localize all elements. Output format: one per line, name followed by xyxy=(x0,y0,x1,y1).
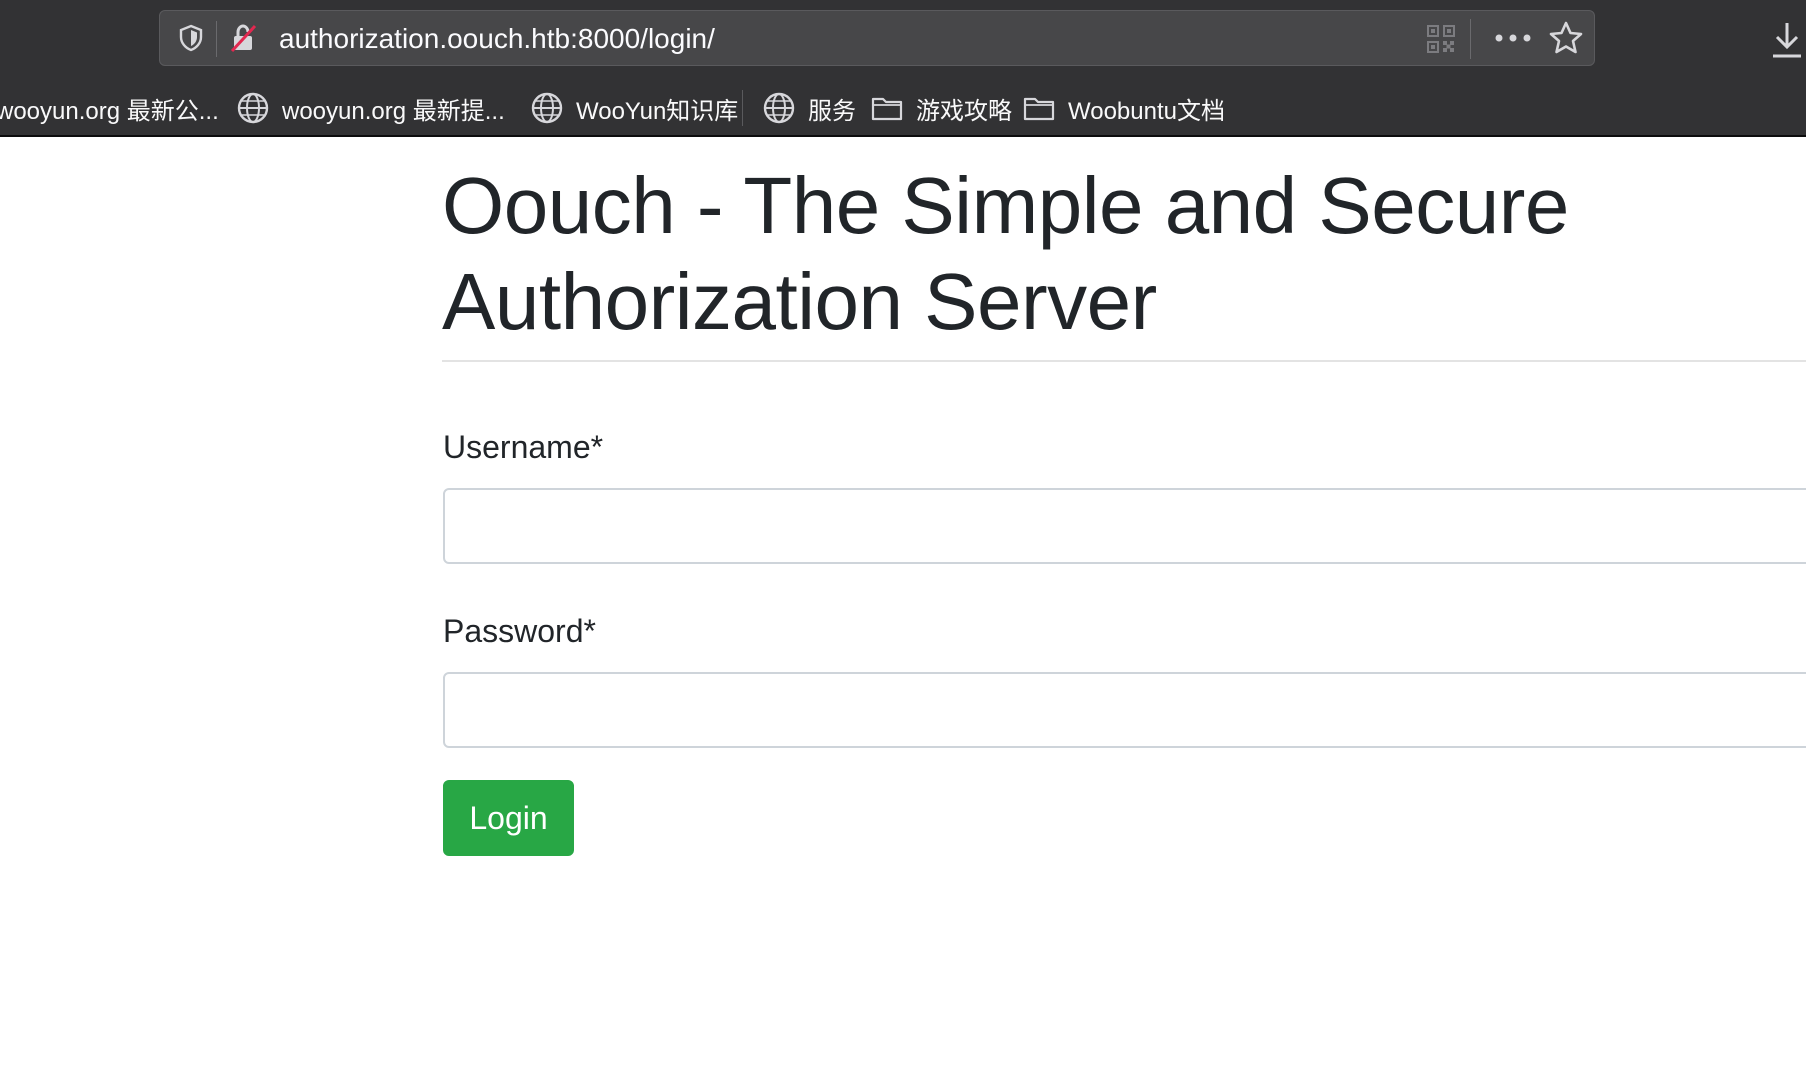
globe-icon xyxy=(763,92,795,124)
qr-code-icon[interactable] xyxy=(1426,24,1456,54)
bookmark-label: wooyun.org 最新提... xyxy=(282,97,505,125)
address-bar-separator xyxy=(216,21,217,57)
bookmark-star-icon[interactable] xyxy=(1548,20,1584,56)
password-label: Password* xyxy=(443,613,596,649)
browser-toolbar: authorization.oouch.htb:8000/login/ wooy… xyxy=(0,0,1806,137)
url-text[interactable]: authorization.oouch.htb:8000/login/ xyxy=(279,21,715,57)
globe-icon xyxy=(237,92,269,124)
insecure-lock-icon[interactable] xyxy=(228,22,260,54)
bookmark-item[interactable]: 服务 xyxy=(762,86,856,130)
bookmark-item[interactable]: wooyun.org 最新提... xyxy=(236,86,505,130)
folder-icon xyxy=(1023,97,1055,121)
bookmark-label: WooYun知识库 xyxy=(576,97,739,125)
page-title: Oouch - The Simple and Secure Authorizat… xyxy=(442,161,1569,346)
password-input[interactable] xyxy=(443,672,1806,748)
bookmark-label: 服务 xyxy=(808,97,856,125)
bookmark-item[interactable]: wooyun.org 最新公... xyxy=(0,86,219,130)
page-actions-menu-icon[interactable] xyxy=(1493,23,1533,53)
address-bar[interactable]: authorization.oouch.htb:8000/login/ xyxy=(159,10,1595,66)
bookmark-label: Woobuntu文档 xyxy=(1068,97,1225,125)
username-input[interactable] xyxy=(443,488,1806,564)
address-bar-separator-right xyxy=(1470,19,1471,59)
login-button[interactable]: Login xyxy=(443,780,574,856)
folder-icon xyxy=(871,97,903,121)
bookmarks-toolbar: wooyun.org 最新公... wooyun.org 最新提... WooY… xyxy=(0,86,1806,130)
bookmark-folder[interactable]: 游戏攻略 xyxy=(870,86,1012,130)
tracking-protection-shield-icon[interactable] xyxy=(176,23,206,53)
download-icon[interactable] xyxy=(1770,20,1804,60)
title-divider xyxy=(442,360,1806,362)
bookmark-folder[interactable]: Woobuntu文档 xyxy=(1022,86,1225,130)
username-label: Username* xyxy=(443,429,604,465)
bookmark-item[interactable]: WooYun知识库 xyxy=(530,86,738,130)
bookmarks-separator xyxy=(742,90,743,126)
globe-icon xyxy=(531,92,563,124)
page-content: Oouch - The Simple and Secure Authorizat… xyxy=(0,137,1806,1066)
bookmark-label: wooyun.org 最新公... xyxy=(0,97,219,125)
bookmark-label: 游戏攻略 xyxy=(916,97,1012,125)
